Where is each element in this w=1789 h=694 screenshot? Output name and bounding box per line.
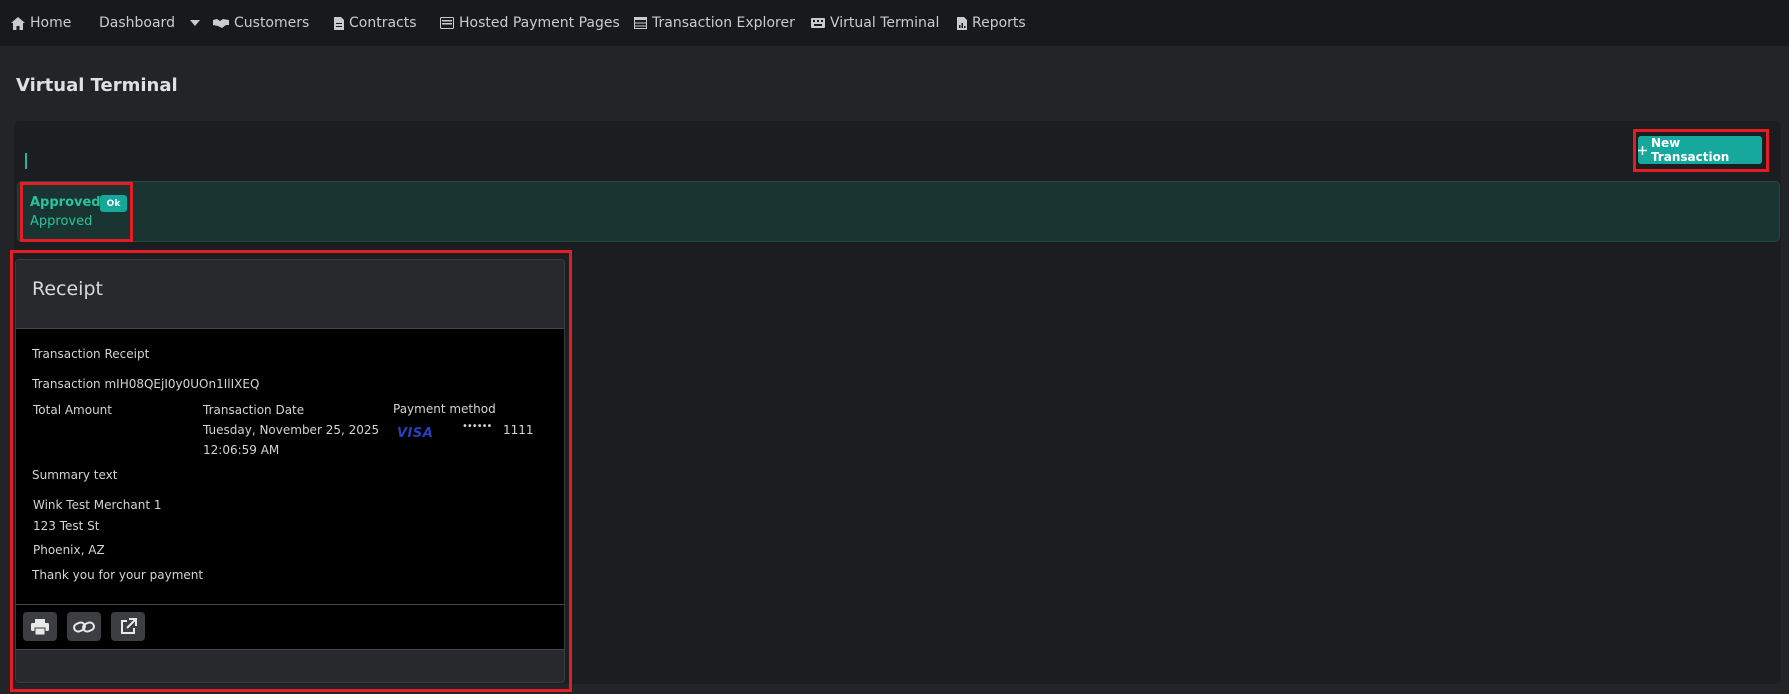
card-mask: ••••••: [462, 421, 492, 432]
new-transaction-button[interactable]: New Transaction: [1638, 136, 1762, 164]
nav-dashboard[interactable]: Dashboard: [99, 0, 200, 46]
receipt-heading: Transaction Receipt: [32, 347, 150, 361]
summary-label: Summary text: [32, 468, 118, 482]
status-badge: Ok: [100, 195, 127, 212]
nav-virtual-terminal-label: Virtual Terminal: [830, 15, 940, 31]
transaction-id: Transaction mIH08QEjI0y0UOn1IlIXEQ: [32, 377, 260, 391]
keyboard-icon: [811, 18, 825, 28]
table-icon: [634, 17, 647, 29]
transaction-time: 12:06:59 AM: [203, 443, 280, 457]
total-amount-label: Total Amount: [33, 403, 112, 417]
transaction-date-label: Transaction Date: [203, 403, 305, 417]
copy-link-button[interactable]: [67, 612, 101, 641]
handshake-icon: [213, 19, 229, 28]
nav-customers[interactable]: Customers: [213, 0, 309, 46]
open-external-button[interactable]: [111, 612, 145, 641]
receipt-card-footer: [16, 649, 564, 682]
pages-icon: [440, 17, 454, 29]
document-icon: [334, 16, 344, 30]
receipt-divider: [16, 604, 564, 605]
external-link-icon: [120, 618, 137, 634]
new-transaction-label: New Transaction: [1650, 136, 1730, 164]
receipt-card-header: Receipt: [16, 260, 564, 329]
thank-you-text: Thank you for your payment: [32, 568, 204, 582]
top-nav: Home Dashboard Customers Contracts Hoste…: [0, 0, 1789, 46]
nav-customers-label: Customers: [234, 15, 310, 31]
print-icon: [31, 618, 49, 635]
nav-hosted-payment-pages-label: Hosted Payment Pages: [459, 15, 620, 31]
link-icon: [73, 620, 95, 633]
address-line1: 123 Test St: [33, 519, 100, 533]
nav-contracts-label: Contracts: [349, 15, 417, 31]
payment-method-label: Payment method: [393, 402, 496, 416]
nav-transaction-explorer-label: Transaction Explorer: [652, 15, 795, 31]
nav-reports-label: Reports: [972, 15, 1026, 31]
nav-contracts[interactable]: Contracts: [334, 0, 417, 46]
nav-reports[interactable]: Reports: [957, 0, 1026, 46]
alert-title: Approved: [30, 195, 101, 210]
approval-alert: [17, 181, 1780, 242]
nav-dashboard-label: Dashboard: [99, 15, 175, 31]
page-title: Virtual Terminal: [16, 75, 178, 96]
receipt-title: Receipt: [32, 278, 103, 300]
merchant-name: Wink Test Merchant 1: [33, 498, 162, 512]
nav-hosted-payment-pages[interactable]: Hosted Payment Pages: [440, 0, 620, 46]
text-cursor: [25, 153, 27, 169]
alert-message: Approved: [30, 214, 93, 229]
home-icon: [11, 16, 25, 30]
address-line2: Phoenix, AZ: [33, 543, 105, 557]
nav-home-label: Home: [30, 15, 72, 31]
visa-logo: VISA: [397, 426, 434, 441]
transaction-date: Tuesday, November 25, 2025: [203, 423, 380, 437]
nav-transaction-explorer[interactable]: Transaction Explorer: [634, 0, 795, 46]
receipt-card: Receipt Transaction Receipt Transaction …: [15, 259, 565, 683]
nav-virtual-terminal[interactable]: Virtual Terminal: [811, 0, 939, 46]
nav-home[interactable]: Home: [11, 0, 71, 46]
report-icon: [957, 16, 967, 30]
print-button[interactable]: [23, 612, 57, 641]
card-last4: 1111: [503, 423, 534, 437]
plus-icon: [1638, 145, 1647, 155]
chevron-down-icon: [189, 20, 200, 26]
